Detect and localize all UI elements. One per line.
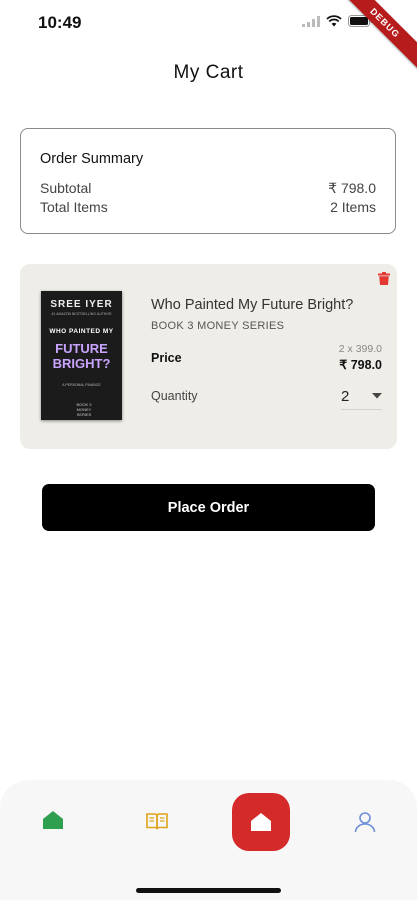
cover-tagline: #1 AMAZON BESTSELLING AUTHOR	[51, 312, 112, 316]
item-total-price: ₹ 798.0	[339, 358, 382, 372]
order-summary-card: Order Summary Subtotal ₹ 798.0 Total Ite…	[20, 128, 396, 234]
cover-title-line2: FUTURE	[55, 341, 108, 356]
signal-icon	[302, 15, 320, 27]
status-time: 10:49	[38, 13, 82, 32]
cover-title-line1: WHO PAINTED MY	[49, 328, 114, 335]
subtotal-label: Subtotal	[40, 180, 92, 196]
wifi-icon	[326, 15, 342, 27]
total-items-value: 2 Items	[330, 199, 376, 215]
total-items-label: Total Items	[40, 199, 108, 215]
cover-series: BOOK 3 MONEY SERIES	[76, 402, 92, 417]
cover-title-line3: BRIGHT?	[52, 356, 111, 371]
home-icon	[251, 813, 271, 831]
center-home-button[interactable]	[232, 793, 290, 851]
cart-item-card: SREE IYER #1 AMAZON BESTSELLING AUTHOR W…	[20, 264, 397, 449]
page-title: My Cart	[173, 62, 244, 83]
bottom-navigation	[0, 780, 417, 900]
book-series: BOOK 3 MONEY SERIES	[151, 320, 285, 332]
subtotal-value: ₹ 798.0	[328, 180, 376, 196]
book-title: Who Painted My Future Bright?	[151, 297, 354, 313]
place-order-button[interactable]: Place Order	[42, 484, 375, 531]
home-indicator	[136, 888, 281, 893]
dropdown-arrow-icon	[372, 393, 382, 399]
book-cover-image: SREE IYER #1 AMAZON BESTSELLING AUTHOR W…	[41, 291, 122, 420]
quantity-value: 2	[341, 387, 350, 405]
price-label: Price	[151, 351, 182, 365]
delete-icon[interactable]	[378, 272, 390, 285]
nav-book-icon[interactable]	[146, 812, 168, 830]
unit-price: 2 x 399.0	[338, 343, 382, 355]
cover-author: SREE IYER	[50, 299, 113, 310]
cover-subtitle: A PERSONAL FINANCE	[62, 383, 101, 387]
nav-profile-icon[interactable]	[354, 811, 376, 833]
quantity-label: Quantity	[151, 389, 198, 403]
status-icons	[302, 15, 373, 27]
nav-home-icon[interactable]	[43, 811, 63, 829]
order-summary-title: Order Summary	[40, 151, 144, 167]
quantity-dropdown[interactable]: 2	[341, 383, 382, 410]
